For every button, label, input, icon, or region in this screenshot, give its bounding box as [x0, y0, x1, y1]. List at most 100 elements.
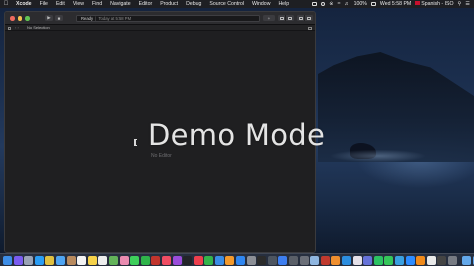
- battery-percentage[interactable]: 100%: [354, 0, 367, 8]
- display-icon[interactable]: [312, 2, 318, 6]
- menu-product[interactable]: Product: [156, 0, 182, 8]
- calculator-icon[interactable]: [437, 255, 447, 265]
- minimize-button[interactable]: [17, 16, 22, 21]
- reminders-icon[interactable]: [98, 255, 108, 265]
- editor-icon: [279, 16, 284, 20]
- related-items-icon[interactable]: [8, 26, 11, 30]
- menu-navigate[interactable]: Navigate: [106, 0, 134, 8]
- input-source-label: Spanish - ISO: [421, 1, 454, 7]
- activity-monitor-icon[interactable]: [267, 255, 277, 265]
- menu-help[interactable]: Help: [274, 0, 293, 8]
- spotify-icon[interactable]: [373, 255, 383, 265]
- terminal-icon[interactable]: [257, 255, 267, 265]
- demo-mode-watermark: Demo Mode: [148, 118, 326, 152]
- dock: [0, 253, 474, 266]
- safari-icon[interactable]: [34, 255, 44, 265]
- siri-icon[interactable]: [13, 255, 23, 265]
- photo-booth-icon[interactable]: [151, 255, 161, 265]
- preview-icon[interactable]: [310, 255, 320, 265]
- menu-window[interactable]: Window: [248, 0, 274, 8]
- zoom-button[interactable]: [25, 16, 30, 21]
- activity-separator: |: [95, 16, 97, 21]
- standard-editor-button[interactable]: [278, 15, 286, 21]
- activity-status: Ready: [81, 16, 94, 21]
- activity-time: Today at 5:58 PM: [98, 16, 132, 21]
- assistant-icon: [288, 16, 292, 20]
- menu-bar:  Xcode File Edit View Find Navigate Edi…: [0, 0, 474, 8]
- facetime-icon[interactable]: [140, 255, 150, 265]
- spotlight-icon[interactable]: ⚲: [458, 0, 462, 8]
- navigator-icon: [298, 16, 303, 20]
- menu-view[interactable]: View: [69, 0, 88, 8]
- menu-bar-status: ※ ≈ ♬ 100% Wed 5:58 PM Spanish - ISO ⚲ ☰: [312, 0, 470, 8]
- messages-icon[interactable]: [130, 255, 140, 265]
- navigator-toggle-button[interactable]: [297, 15, 305, 21]
- podcasts-icon[interactable]: [172, 255, 182, 265]
- xcode-icon[interactable]: [278, 255, 288, 265]
- simulator-icon[interactable]: [289, 255, 299, 265]
- spain-flag-icon: [415, 1, 421, 6]
- slack-icon[interactable]: [352, 255, 362, 265]
- volume-icon[interactable]: ♬: [344, 0, 349, 8]
- zoom-icon[interactable]: [405, 255, 415, 265]
- vlc-icon[interactable]: [416, 255, 426, 265]
- chrome-icon[interactable]: [45, 255, 55, 265]
- numbers-icon[interactable]: [204, 255, 214, 265]
- control-center-icon[interactable]: ☰: [465, 0, 470, 8]
- music-icon[interactable]: [161, 255, 171, 265]
- calendar-icon[interactable]: [77, 255, 87, 265]
- menu-edit[interactable]: Edit: [52, 0, 69, 8]
- launchpad-icon[interactable]: [24, 255, 34, 265]
- wallpaper-surf: [318, 150, 474, 190]
- split-editor-icon[interactable]: [308, 26, 312, 30]
- notes-icon[interactable]: [87, 255, 97, 265]
- app-store-icon[interactable]: [236, 255, 246, 265]
- finder-icon[interactable]: [3, 255, 12, 265]
- tv-icon[interactable]: [183, 255, 193, 265]
- menu-file[interactable]: File: [36, 0, 52, 8]
- mail-icon[interactable]: [55, 255, 65, 265]
- news-icon[interactable]: [193, 255, 203, 265]
- apple-icon[interactable]: : [0, 1, 12, 7]
- no-editor-placeholder: No Editor: [151, 153, 172, 159]
- keynote-icon[interactable]: [214, 255, 224, 265]
- window-controls: [10, 16, 30, 21]
- library-button[interactable]: +: [263, 15, 275, 21]
- panel-toggle-control: [297, 15, 313, 21]
- bluetooth-icon[interactable]: ※: [329, 0, 333, 8]
- run-button[interactable]: ▶: [45, 15, 53, 21]
- discord-icon[interactable]: [363, 255, 373, 265]
- inspector-icon: [307, 16, 311, 20]
- contacts-icon[interactable]: [66, 255, 76, 265]
- menu-editor[interactable]: Editor: [135, 0, 157, 8]
- whatsapp-icon[interactable]: [384, 255, 394, 265]
- system-preferences-icon[interactable]: [246, 255, 256, 265]
- clock[interactable]: Wed 5:58 PM: [380, 0, 411, 8]
- close-button[interactable]: [10, 16, 15, 21]
- instruments-icon[interactable]: [299, 255, 309, 265]
- filezilla-icon[interactable]: [320, 255, 330, 265]
- text-cursor-icon: [133, 139, 138, 146]
- photos-icon[interactable]: [119, 255, 129, 265]
- wifi-icon[interactable]: ≈: [338, 0, 341, 8]
- folder-icon[interactable]: [462, 255, 472, 265]
- menu-find[interactable]: Find: [88, 0, 106, 8]
- activity-viewer: Ready | Today at 5:58 PM: [76, 15, 260, 22]
- screenshot-icon[interactable]: [447, 255, 457, 265]
- maps-icon[interactable]: [108, 255, 118, 265]
- assistant-editor-button[interactable]: [286, 15, 294, 21]
- stop-button[interactable]: ■: [55, 15, 63, 21]
- menu-source-control[interactable]: Source Control: [205, 0, 248, 8]
- pages-icon[interactable]: [225, 255, 235, 265]
- battery-icon[interactable]: [370, 2, 376, 6]
- inspector-toggle-button[interactable]: [305, 15, 313, 21]
- vscode-icon[interactable]: [342, 255, 351, 265]
- window-toolbar: ▶ ■ Ready | Today at 5:58 PM +: [5, 12, 315, 25]
- sublime-icon[interactable]: [331, 255, 341, 265]
- textedit-icon[interactable]: [426, 255, 436, 265]
- menu-debug[interactable]: Debug: [182, 0, 205, 8]
- telegram-icon[interactable]: [394, 255, 404, 265]
- input-source-menu[interactable]: Spanish - ISO: [415, 0, 454, 8]
- time-machine-icon[interactable]: [321, 2, 326, 6]
- menu-app-name[interactable]: Xcode: [12, 0, 36, 8]
